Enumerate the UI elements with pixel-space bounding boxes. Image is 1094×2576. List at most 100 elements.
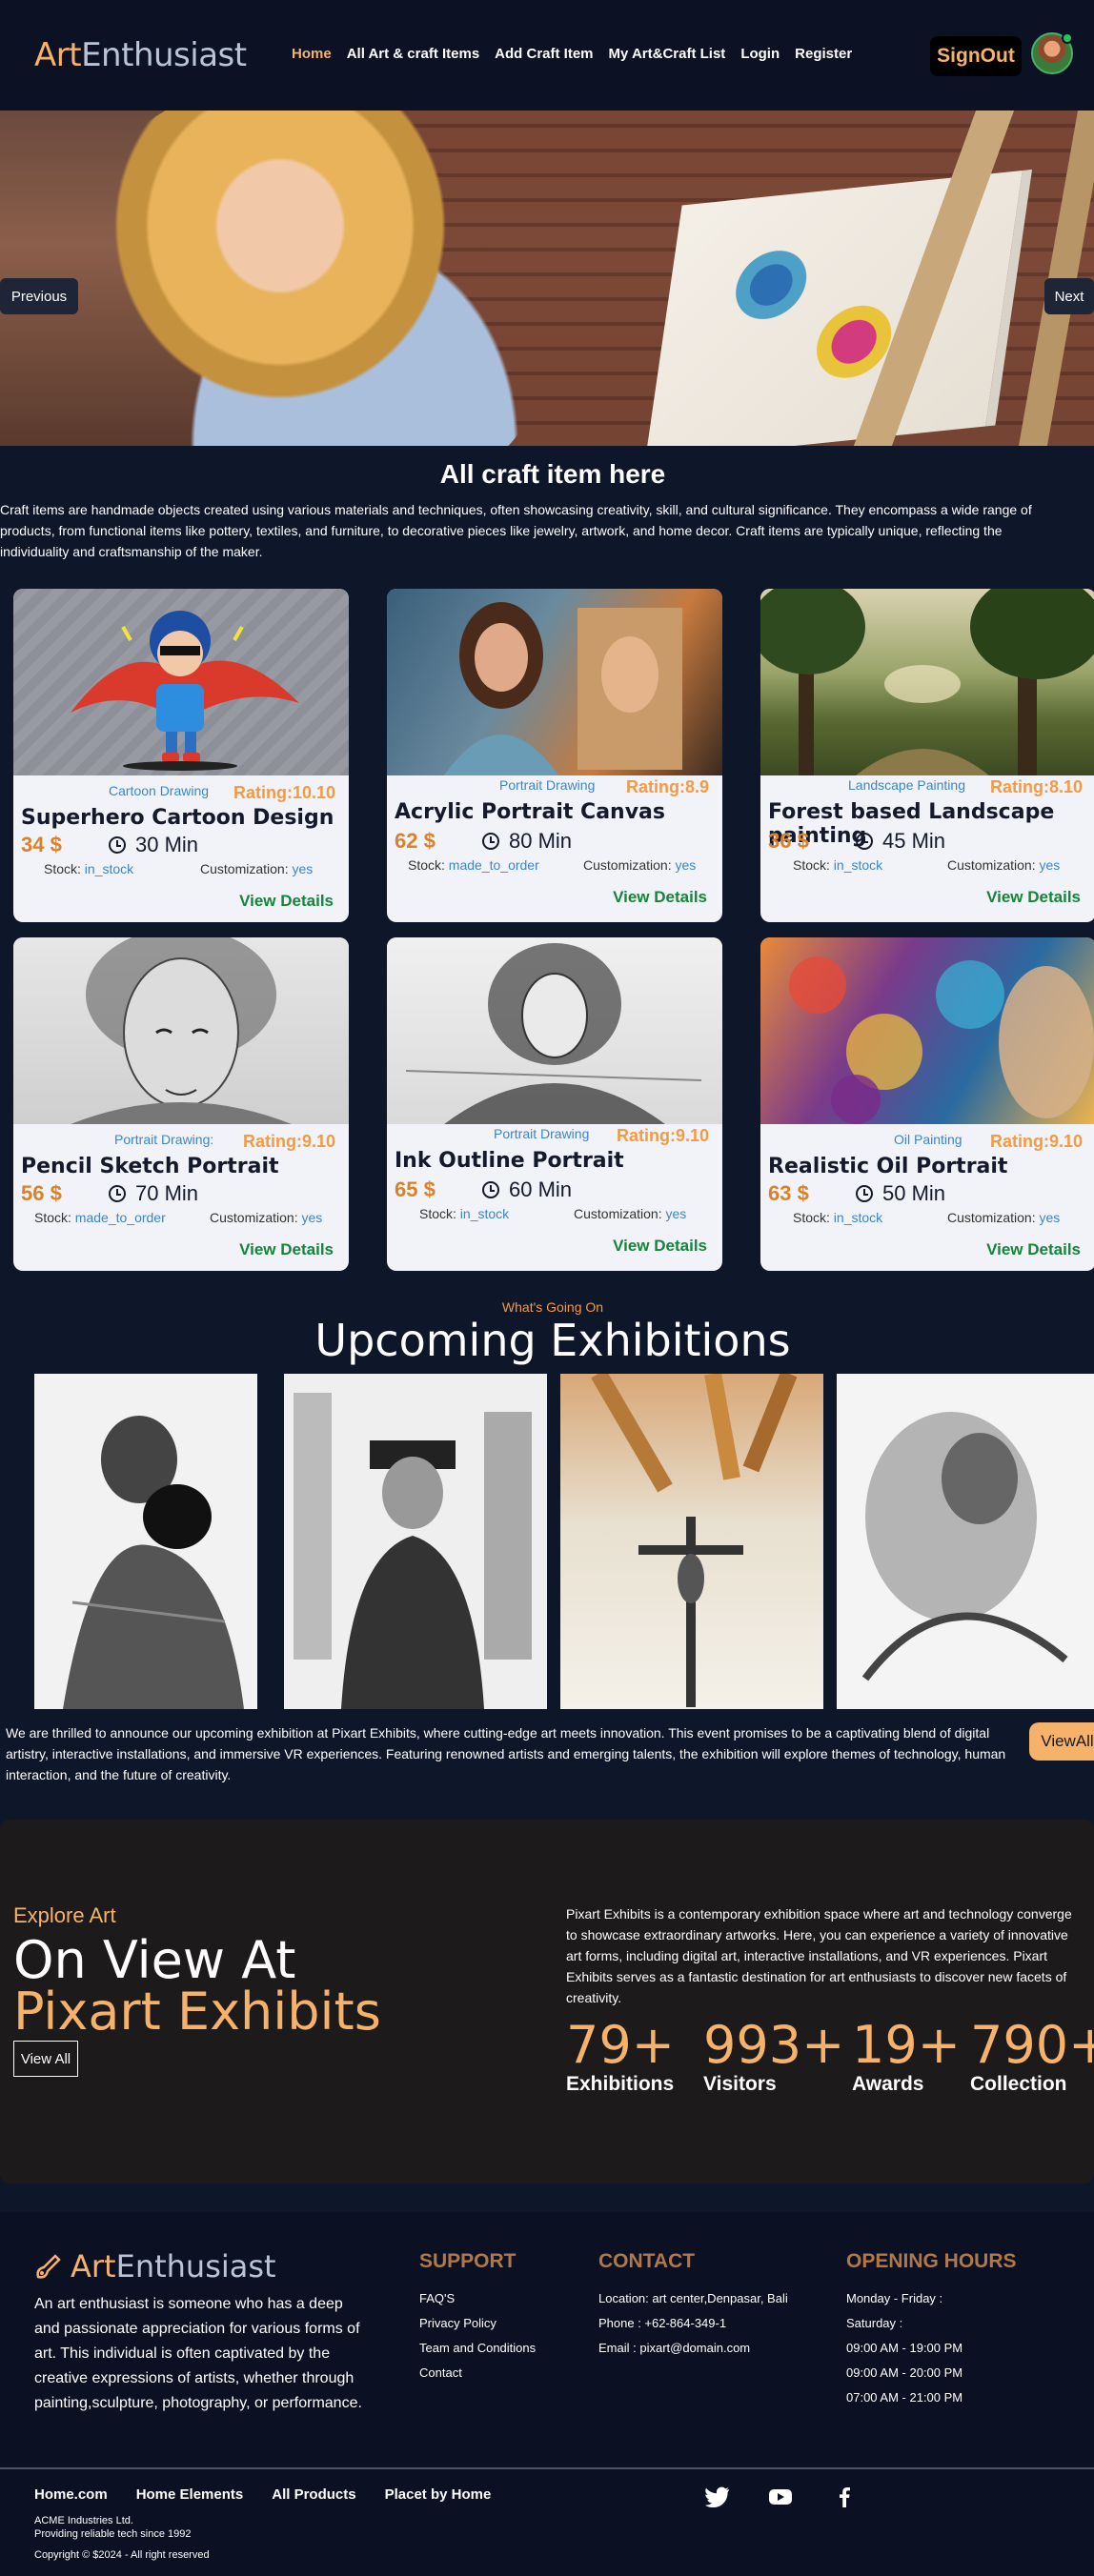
card-title: Ink Outline Portrait	[395, 1149, 624, 1173]
youtube-icon[interactable]	[768, 2486, 793, 2507]
footer-bottom-link[interactable]: Home.com	[34, 2486, 108, 2503]
card-time: 80 Min	[482, 829, 572, 854]
footer-bottom-link[interactable]: Placet by Home	[385, 2486, 492, 2503]
nav-home[interactable]: Home	[292, 46, 332, 62]
view-details-button[interactable]: View Details	[239, 1240, 334, 1259]
card-time: 60 Min	[482, 1177, 572, 1202]
footer-link-faq[interactable]: FAQ'S	[419, 2286, 536, 2311]
footer-link-terms[interactable]: Team and Conditions	[419, 2336, 536, 2361]
pixart-description: Pixart Exhibits is a contemporary exhibi…	[566, 1906, 1072, 2005]
card-time: 70 Min	[109, 1181, 198, 1206]
brand-logo[interactable]: ArtEnthusiast	[34, 36, 247, 74]
exhibition-image-boxer[interactable]	[34, 1374, 257, 1709]
card-time-value: 45 Min	[882, 829, 946, 853]
footer-divider	[0, 2467, 1094, 2469]
footer-support-title: SUPPORT	[419, 2250, 517, 2272]
nav-my-list[interactable]: My Art&Craft List	[609, 46, 726, 62]
twitter-icon[interactable]	[705, 2486, 730, 2508]
card-title: Pencil Sketch Portrait	[21, 1155, 279, 1178]
online-status-dot	[1062, 32, 1073, 44]
card-stock: Stock: in_stock	[44, 861, 133, 876]
footer-contact-email: Email : pixart@domain.com	[598, 2341, 751, 2355]
craft-card[interactable]: Cartoon Drawing Rating:10.10 Superhero C…	[13, 589, 349, 922]
card-time: 50 Min	[856, 1181, 945, 1206]
card-stock: Stock: made_to_order	[34, 1210, 166, 1225]
nav-all-items[interactable]: All Art & craft Items	[347, 46, 479, 62]
pixart-title: Pixart Exhibits	[13, 1982, 381, 2042]
card-custom-value: yes	[1039, 857, 1061, 873]
view-details-button[interactable]: View Details	[986, 1240, 1081, 1259]
palette-brush-icon	[36, 2254, 61, 2279]
card-image-forest	[760, 589, 1094, 775]
signout-button[interactable]: SignOut	[930, 36, 1022, 76]
card-stock: Stock: in_stock	[793, 1210, 882, 1225]
stat-number: 790+	[970, 2015, 1094, 2075]
footer-copyright: Copyright © $2024 - All right reserved	[34, 2549, 210, 2561]
card-stock-label: Stock:	[34, 1210, 71, 1225]
footer-hours: OPENING HOURS Monday - Friday : Saturday…	[846, 2250, 1017, 2410]
card-stock-value: made_to_order	[74, 1210, 166, 1225]
footer-hours-title: OPENING HOURS	[846, 2250, 1017, 2272]
card-stock-label: Stock:	[419, 1206, 456, 1221]
exhibitions-eyebrow: What's Going On	[501, 1299, 604, 1315]
pixart-eyebrow: Explore Art	[13, 1903, 116, 1927]
footer-bottom-link[interactable]: All Products	[272, 2486, 355, 2503]
footer-link-contact[interactable]: Contact	[419, 2361, 536, 2385]
pixart-view-all-button[interactable]: View All	[13, 2041, 78, 2077]
card-category: Portrait Drawing	[494, 1126, 590, 1141]
exhibition-image-police[interactable]	[284, 1374, 547, 1709]
stat-visitors: 993+ Visitors	[703, 2020, 844, 2096]
craft-section-title: All craft item here	[439, 459, 666, 489]
avatar[interactable]	[1031, 32, 1073, 74]
nav-register[interactable]: Register	[795, 46, 852, 62]
card-image-acrylic-portrait	[387, 589, 722, 775]
card-custom-label: Customization:	[947, 857, 1036, 873]
craft-card[interactable]: Portrait Drawing Rating:9.10 Ink Outline…	[387, 937, 722, 1271]
exhibition-image-embrace[interactable]	[837, 1374, 1094, 1709]
card-custom-label: Customization:	[574, 1206, 662, 1221]
card-stock-label: Stock:	[44, 861, 81, 876]
footer-contact: CONTACT Location: art center,Denpasar, B…	[598, 2250, 788, 2361]
nav-login[interactable]: Login	[740, 46, 780, 62]
brand-enthusiast: Enthusiast	[81, 36, 247, 74]
card-price: 56 $	[21, 1181, 62, 1205]
clock-icon	[109, 1185, 126, 1202]
card-stock: Stock: in_stock	[419, 1206, 509, 1221]
footer-logo[interactable]: ArtEnthusiast	[34, 2248, 276, 2284]
footer-support: SUPPORT FAQ'S Privacy Policy Team and Co…	[419, 2250, 536, 2385]
card-image-superhero	[13, 589, 349, 775]
card-stock-value: in_stock	[459, 1206, 510, 1221]
card-title: Superhero Cartoon Design	[21, 806, 334, 830]
exhibition-image-crucifix[interactable]	[560, 1374, 823, 1709]
view-details-button[interactable]: View Details	[239, 892, 334, 911]
view-details-button[interactable]: View Details	[986, 888, 1081, 907]
footer-hours-line: Saturday :	[846, 2316, 903, 2330]
card-customization: Customization: yes	[210, 1210, 322, 1225]
craft-card[interactable]: Oil Painting Rating:9.10 Realistic Oil P…	[760, 937, 1094, 1271]
card-stock-value: made_to_order	[448, 857, 539, 873]
card-stock: Stock: in_stock	[793, 857, 882, 873]
page: ArtEnthusiast Home All Art & craft Items…	[0, 0, 1094, 2576]
exhibitions-view-all-button[interactable]: ViewAll	[1029, 1722, 1094, 1761]
footer-hours-line: 09:00 AM - 20:00 PM	[846, 2365, 963, 2380]
hero-slider: Previous Next	[0, 111, 1094, 446]
card-customization: Customization: yes	[947, 857, 1060, 873]
card-custom-label: Customization:	[947, 1210, 1036, 1225]
card-time-value: 30 Min	[135, 833, 199, 856]
card-price: 34 $	[21, 833, 62, 856]
footer-brand-enthusiast: Enthusiast	[115, 2248, 276, 2284]
view-details-button[interactable]: View Details	[613, 888, 707, 907]
brand-art: Art	[34, 36, 82, 74]
view-details-button[interactable]: View Details	[613, 1237, 707, 1256]
footer-link-privacy[interactable]: Privacy Policy	[419, 2311, 536, 2336]
craft-card[interactable]: Portrait Drawing Rating:8.9 Acrylic Port…	[387, 589, 722, 922]
facebook-icon[interactable]	[833, 2486, 858, 2507]
card-price: 65 $	[395, 1177, 436, 1201]
slider-next-button[interactable]: Next	[1044, 278, 1094, 314]
stat-number: 993+	[703, 2015, 845, 2075]
craft-card[interactable]: Portrait Drawing: Rating:9.10 Pencil Ske…	[13, 937, 349, 1271]
footer-bottom-link[interactable]: Home Elements	[136, 2486, 244, 2503]
craft-card[interactable]: Landscape Painting Rating:8.10 Forest ba…	[760, 589, 1094, 922]
nav-add-item[interactable]: Add Craft Item	[495, 46, 593, 62]
slider-previous-button[interactable]: Previous	[0, 278, 78, 314]
